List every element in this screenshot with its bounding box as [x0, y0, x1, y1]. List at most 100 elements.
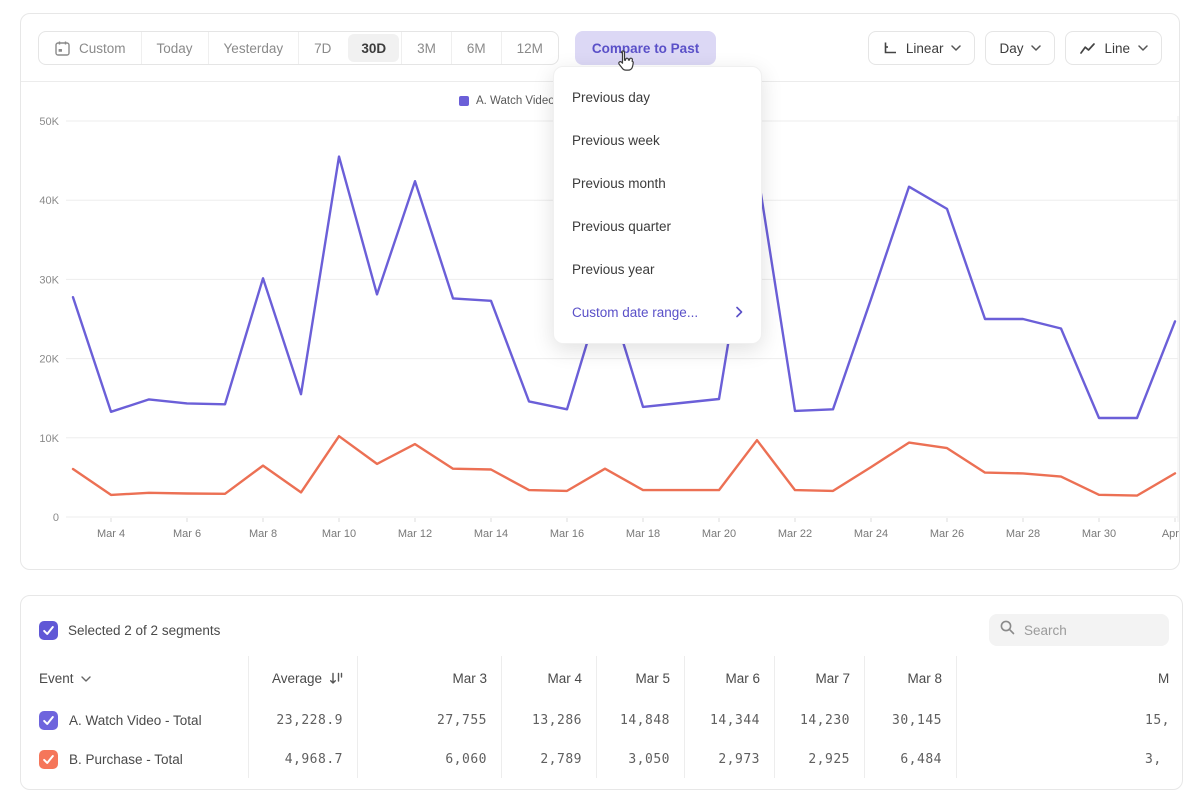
preset-3m[interactable]: 3M: [401, 32, 451, 64]
svg-text:Mar 28: Mar 28: [1006, 528, 1040, 540]
column-header-average[interactable]: Average: [272, 671, 343, 686]
svg-text:Mar 24: Mar 24: [854, 528, 888, 540]
linear-axis-icon: [882, 40, 898, 56]
row-checkbox[interactable]: [39, 711, 58, 730]
calendar-icon: [54, 40, 71, 57]
cell-value: 15,: [1145, 713, 1170, 728]
cell-value: 14,848: [620, 713, 670, 728]
search-icon: [999, 619, 1016, 641]
menu-item-previous-day[interactable]: Previous day: [554, 76, 761, 119]
preset-label: 6M: [467, 41, 486, 56]
cell-value: 14,344: [710, 713, 760, 728]
data-table: Event Average Mar 3 Mar 4 Mar 5 Mar 6 Mar 7 M…: [21, 656, 1183, 778]
svg-text:Mar 12: Mar 12: [398, 528, 432, 540]
column-header-mar-8[interactable]: Mar 8: [907, 671, 942, 686]
menu-item-previous-week[interactable]: Previous week: [554, 119, 761, 162]
svg-text:30K: 30K: [39, 274, 59, 286]
scale-select[interactable]: Linear: [868, 31, 976, 65]
cursor-pointer-icon: [612, 50, 636, 76]
cell-value: 27,755: [437, 713, 487, 728]
select-all-checkbox[interactable]: [39, 621, 58, 640]
cell-value: 2,973: [718, 752, 760, 767]
cell-value: 14,230: [800, 713, 850, 728]
column-header-event[interactable]: Event: [39, 671, 91, 686]
preset-label: 7D: [314, 41, 331, 56]
segments-header-row: Selected 2 of 2 segments: [39, 614, 1169, 646]
preset-label: 3M: [417, 41, 436, 56]
selected-count-label: Selected 2 of 2 segments: [68, 623, 220, 638]
row-checkbox[interactable]: [39, 750, 58, 769]
svg-text:50K: 50K: [39, 116, 59, 128]
svg-text:Mar 20: Mar 20: [702, 528, 736, 540]
page: Custom Today Yesterday 7D 30D 3M 6M 12M Compare…: [0, 0, 1200, 802]
cell-value: 4,968.7: [285, 752, 343, 767]
svg-text:Mar 10: Mar 10: [322, 528, 356, 540]
table-row-b-purchase-total: B. Purchase - Total4,968.76,0602,7893,05…: [21, 740, 1183, 778]
svg-text:Mar 30: Mar 30: [1082, 528, 1116, 540]
svg-text:Mar 14: Mar 14: [474, 528, 508, 540]
cell-value: 13,286: [532, 713, 582, 728]
preset-label: Yesterday: [224, 41, 284, 56]
compare-to-past-menu: Previous dayPrevious weekPrevious monthP…: [553, 66, 762, 344]
chart-type-select-label: Line: [1104, 41, 1130, 56]
svg-text:20K: 20K: [39, 354, 59, 366]
svg-text:Mar 8: Mar 8: [249, 528, 277, 540]
cell-value: 3,050: [628, 752, 670, 767]
preset-7d[interactable]: 7D: [298, 32, 346, 64]
svg-text:Mar 26: Mar 26: [930, 528, 964, 540]
cell-value: 23,228.9: [276, 713, 343, 728]
svg-text:Mar 6: Mar 6: [173, 528, 201, 540]
svg-text:Mar 4: Mar 4: [97, 528, 125, 540]
svg-text:10K: 10K: [39, 433, 59, 445]
granularity-select-label: Day: [999, 41, 1023, 56]
scale-select-label: Linear: [906, 41, 944, 56]
series-line-b-purchase[interactable]: [73, 436, 1175, 495]
menu-item-custom-date-range[interactable]: Custom date range...: [554, 291, 761, 334]
column-header-mar-7[interactable]: Mar 7: [815, 671, 850, 686]
chart-type-select[interactable]: Line: [1065, 31, 1162, 65]
chevron-down-icon: [951, 45, 961, 51]
menu-item-previous-quarter[interactable]: Previous quarter: [554, 205, 761, 248]
preset-yesterday[interactable]: Yesterday: [208, 32, 299, 64]
cell-value: 2,925: [808, 752, 850, 767]
column-header-mar-5[interactable]: Mar 5: [635, 671, 670, 686]
column-header-mar-3[interactable]: Mar 3: [452, 671, 487, 686]
compare-to-past-button[interactable]: Compare to Past: [575, 31, 716, 65]
svg-text:0: 0: [53, 512, 59, 524]
chevron-down-icon: [1138, 45, 1148, 51]
row-label: B. Purchase - Total: [69, 752, 183, 767]
column-header-m[interactable]: M: [1158, 671, 1169, 686]
menu-item-previous-year[interactable]: Previous year: [554, 248, 761, 291]
search-box[interactable]: [989, 614, 1169, 646]
date-preset-group: Custom Today Yesterday 7D 30D 3M 6M 12M: [38, 31, 559, 65]
preset-custom[interactable]: Custom: [39, 32, 141, 64]
cell-value: 3,: [1145, 752, 1162, 767]
cell-value: 30,145: [892, 713, 942, 728]
svg-text:Mar 22: Mar 22: [778, 528, 812, 540]
preset-12m[interactable]: 12M: [501, 32, 558, 64]
row-label: A. Watch Video - Total: [69, 713, 202, 728]
cell-value: 2,789: [540, 752, 582, 767]
table-card: Selected 2 of 2 segments Event Average M…: [20, 595, 1183, 790]
search-input[interactable]: [1024, 623, 1144, 638]
column-header-mar-4[interactable]: Mar 4: [547, 671, 582, 686]
chart-toolbar: Custom Today Yesterday 7D 30D 3M 6M 12M Compare…: [38, 31, 1162, 65]
svg-text:Mar 16: Mar 16: [550, 528, 584, 540]
preset-today[interactable]: Today: [141, 32, 208, 64]
svg-text:Apr 1: Apr 1: [1162, 528, 1181, 540]
svg-text:Mar 18: Mar 18: [626, 528, 660, 540]
cell-value: 6,484: [900, 752, 942, 767]
preset-label: 12M: [517, 41, 543, 56]
preset-label: Custom: [79, 41, 126, 56]
table-row-a-watch-video-total: A. Watch Video - Total 23,228.9 27,755 13,2…: [21, 701, 1183, 740]
granularity-select[interactable]: Day: [985, 31, 1055, 65]
chevron-down-icon: [1031, 45, 1041, 51]
column-header-mar-6[interactable]: Mar 6: [725, 671, 760, 686]
preset-6m[interactable]: 6M: [451, 32, 501, 64]
preset-label: Today: [157, 41, 193, 56]
menu-item-previous-month[interactable]: Previous month: [554, 162, 761, 205]
chevron-right-icon: [736, 305, 743, 320]
preset-label: 30D: [361, 41, 386, 56]
preset-30d[interactable]: 30D: [348, 34, 399, 62]
line-chart-icon: [1079, 41, 1096, 56]
